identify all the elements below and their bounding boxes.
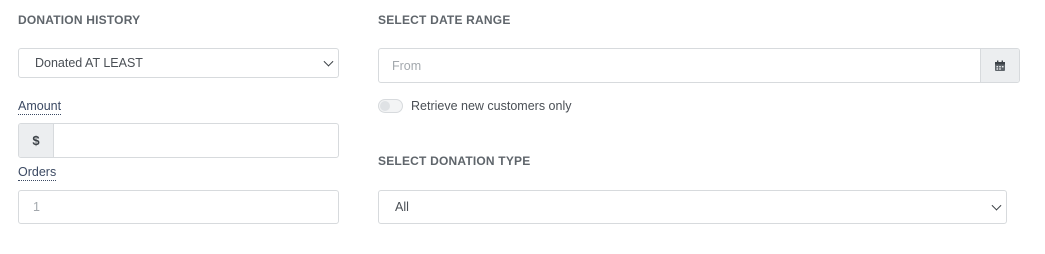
donation-history-select-value: Donated AT LEAST <box>35 56 143 70</box>
calendar-button[interactable] <box>980 49 1019 82</box>
new-customers-toggle[interactable] <box>378 99 403 113</box>
chevron-down-icon <box>991 200 1002 211</box>
date-from-input[interactable] <box>379 49 980 82</box>
donation-history-title: DONATION HISTORY <box>18 13 141 27</box>
donation-type-title: SELECT DONATION TYPE <box>378 154 531 168</box>
donation-type-select-value: All <box>395 200 409 214</box>
dollar-prefix: $ <box>19 124 54 157</box>
chevron-down-icon <box>323 56 334 67</box>
new-customers-toggle-row: Retrieve new customers only <box>378 99 571 113</box>
donation-filter-panel: DONATION HISTORY Donated AT LEAST Amount… <box>0 0 1045 254</box>
amount-input[interactable] <box>54 124 338 157</box>
calendar-icon <box>995 60 1005 71</box>
date-range-title: SELECT DATE RANGE <box>378 13 511 27</box>
amount-input-group: $ <box>18 123 339 158</box>
donation-type-select[interactable]: All <box>378 190 1007 224</box>
orders-label[interactable]: Orders <box>18 165 57 181</box>
toggle-knob <box>380 101 390 111</box>
new-customers-toggle-label: Retrieve new customers only <box>411 99 572 113</box>
amount-label[interactable]: Amount <box>18 99 62 115</box>
donation-history-select[interactable]: Donated AT LEAST <box>18 48 339 78</box>
date-range-group <box>378 48 1020 83</box>
orders-input[interactable] <box>18 190 339 224</box>
